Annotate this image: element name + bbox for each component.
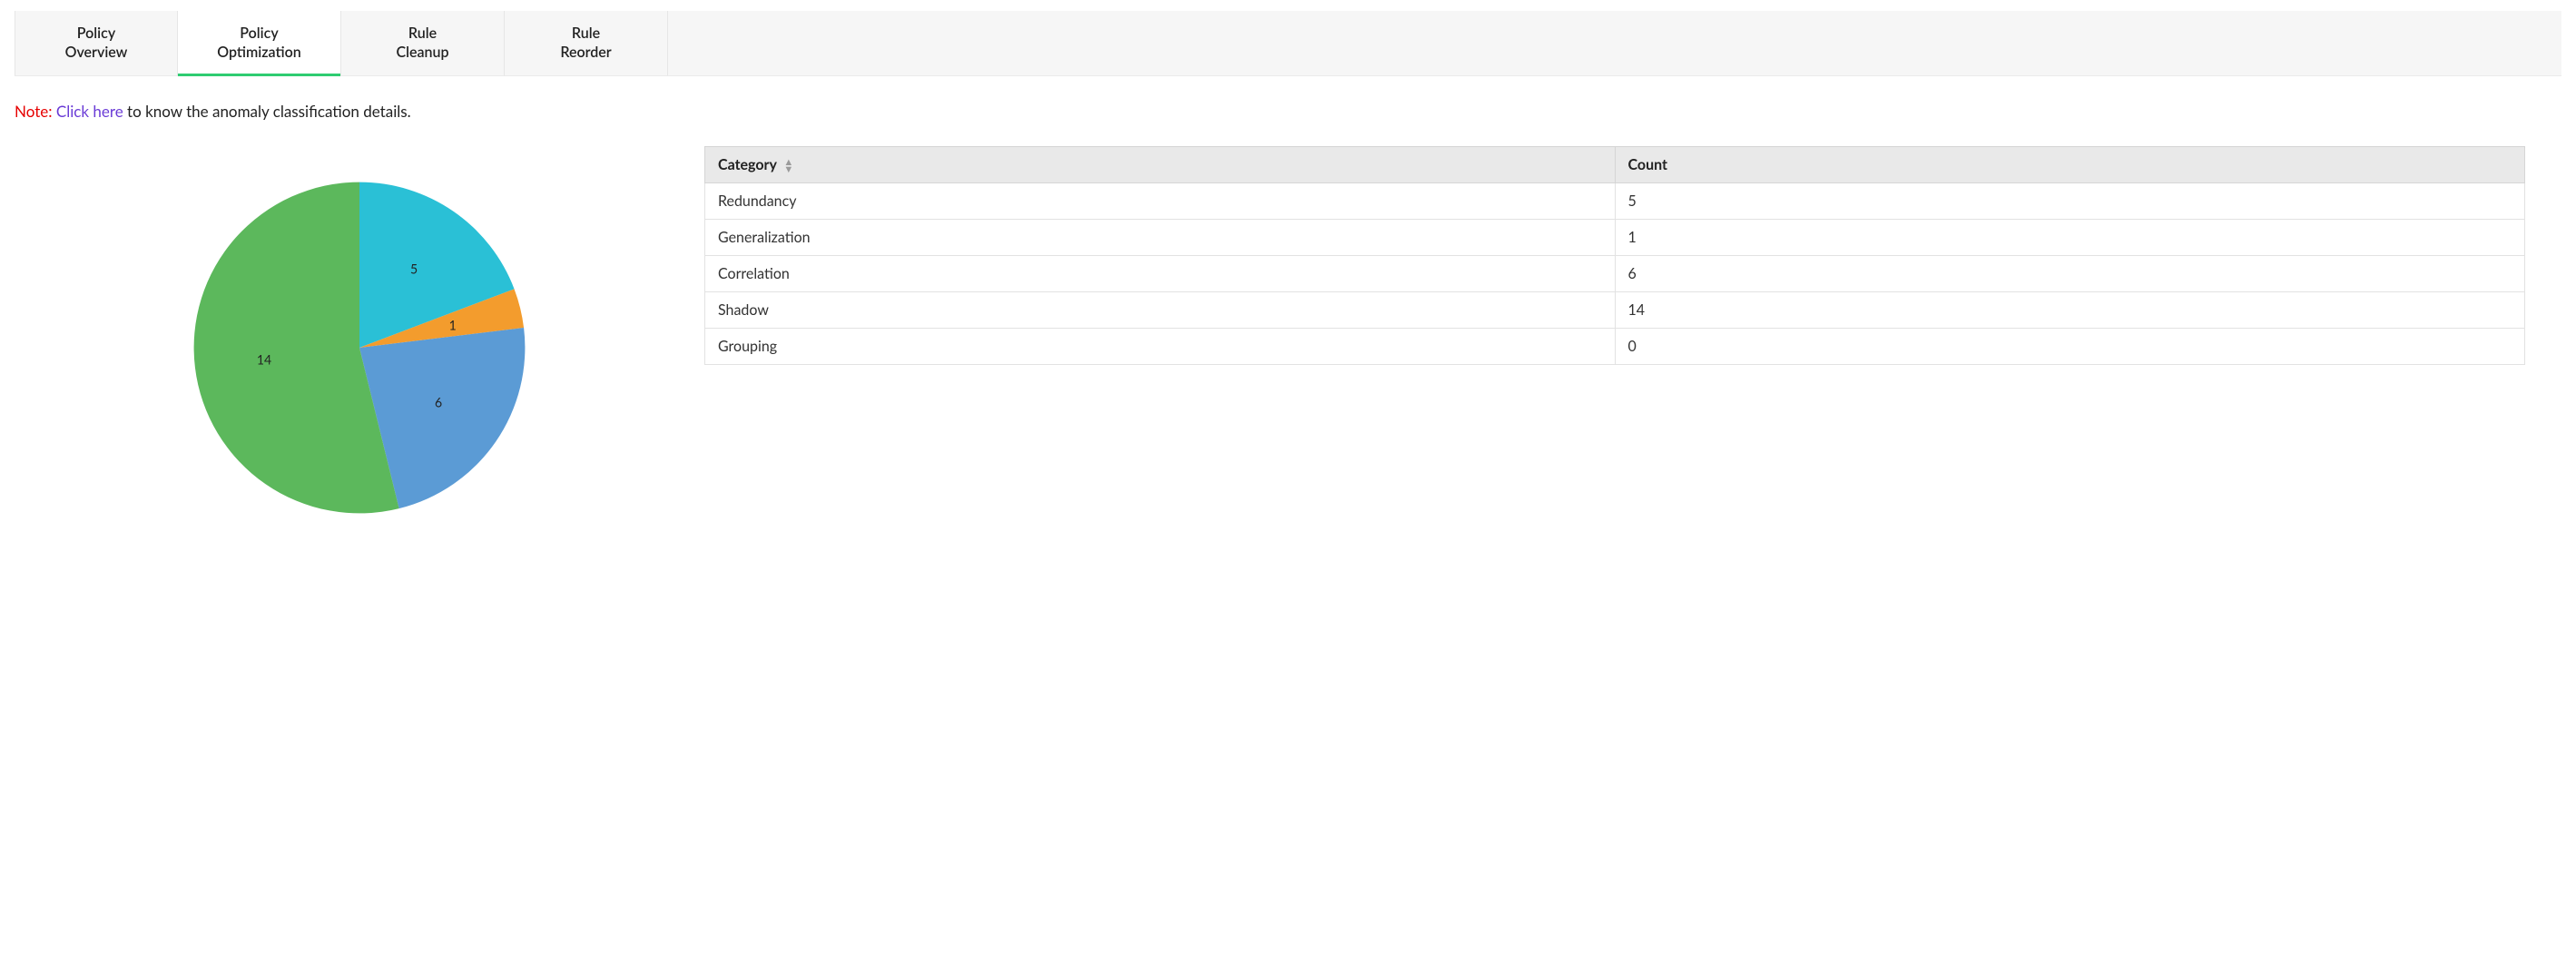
cell-count: 0	[1615, 329, 2525, 365]
note-prefix: Note:	[15, 102, 52, 121]
tab-label-line1: Rule	[572, 25, 600, 44]
anomaly-details-link[interactable]: Click here	[56, 102, 123, 121]
table-row[interactable]: Grouping0	[705, 329, 2525, 365]
tab-label-line2: Reorder	[560, 44, 611, 63]
col-header-count[interactable]: Count	[1615, 147, 2525, 183]
table-row[interactable]: Shadow14	[705, 292, 2525, 329]
tab-label-line1: Policy	[77, 25, 115, 44]
anomaly-pie-chart[interactable]: 51614	[187, 175, 532, 520]
tab-rule-reorder[interactable]: Rule Reorder	[505, 11, 668, 75]
tab-policy-optimization[interactable]: Policy Optimization	[178, 11, 341, 75]
cell-category: Grouping	[705, 329, 1616, 365]
table-column: Category ▲▼ Count Redundancy5Generalizat…	[704, 139, 2561, 365]
tab-rule-cleanup[interactable]: Rule Cleanup	[341, 11, 505, 75]
note-rest: to know the anomaly classification detai…	[127, 102, 411, 121]
tab-label-line2: Optimization	[217, 44, 300, 63]
tab-label-line1: Policy	[240, 25, 278, 44]
cell-count: 1	[1615, 220, 2525, 256]
sort-icon: ▲▼	[783, 159, 793, 173]
col-header-count-label: Count	[1628, 156, 1668, 173]
content-row: 51614 Category ▲▼ Count Redundancy5Gener…	[15, 139, 2561, 520]
cell-category: Correlation	[705, 256, 1616, 292]
tabs-bar: Policy Overview Policy Optimization Rule…	[15, 11, 2561, 76]
tab-label-line2: Overview	[65, 44, 128, 63]
col-header-category[interactable]: Category ▲▼	[705, 147, 1616, 183]
cell-count: 14	[1615, 292, 2525, 329]
anomaly-table: Category ▲▼ Count Redundancy5Generalizat…	[704, 146, 2525, 365]
chart-column: 51614	[15, 139, 704, 520]
col-header-category-label: Category	[718, 156, 777, 173]
cell-category: Shadow	[705, 292, 1616, 329]
cell-count: 6	[1615, 256, 2525, 292]
table-row[interactable]: Generalization1	[705, 220, 2525, 256]
cell-count: 5	[1615, 183, 2525, 220]
table-row[interactable]: Redundancy5	[705, 183, 2525, 220]
table-header-row: Category ▲▼ Count	[705, 147, 2525, 183]
table-row[interactable]: Correlation6	[705, 256, 2525, 292]
tab-label-line1: Rule	[408, 25, 437, 44]
note-line: Note: Click here to know the anomaly cla…	[15, 102, 2561, 121]
cell-category: Generalization	[705, 220, 1616, 256]
cell-category: Redundancy	[705, 183, 1616, 220]
tab-label-line2: Cleanup	[396, 44, 448, 63]
tab-policy-overview[interactable]: Policy Overview	[15, 11, 178, 75]
